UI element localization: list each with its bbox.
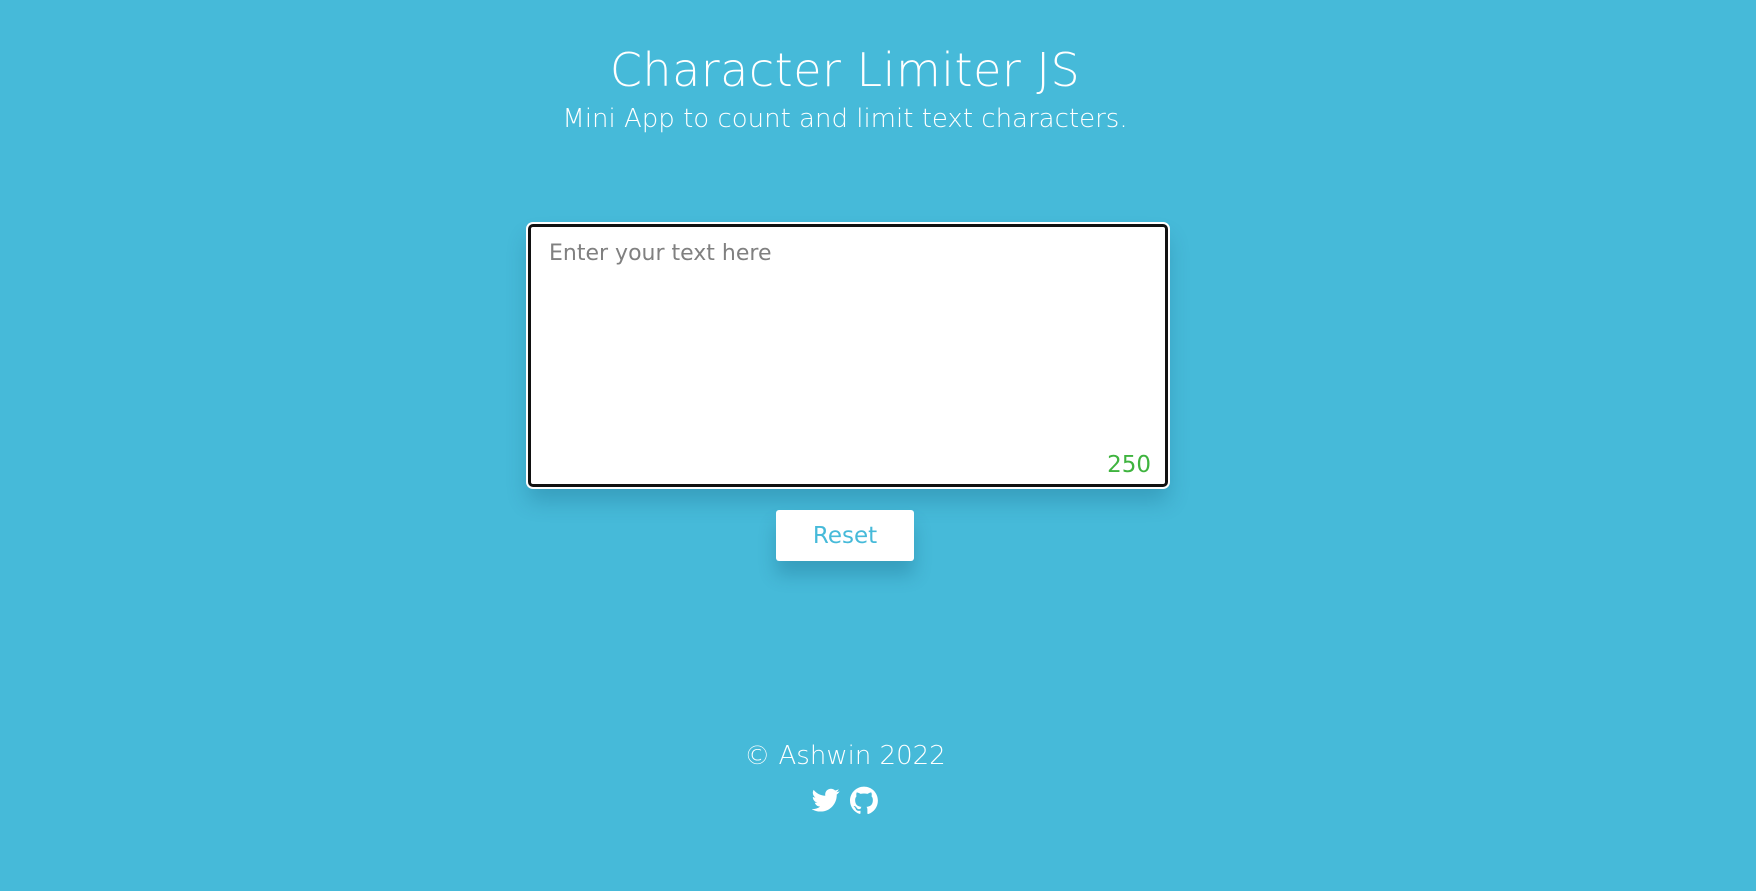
text-input[interactable]: [531, 227, 1165, 484]
twitter-link[interactable]: [812, 786, 840, 814]
github-icon: [850, 786, 878, 814]
twitter-icon: [812, 788, 840, 812]
social-links: [0, 786, 1690, 814]
character-count: 250: [1107, 452, 1151, 478]
reset-button[interactable]: Reset: [776, 510, 914, 561]
copyright-text: © Ashwin 2022: [744, 741, 946, 771]
page-subtitle: Mini App to count and limit text charact…: [562, 104, 1128, 134]
text-editor: 250: [528, 224, 1168, 487]
page-title: Character Limiter JS: [609, 43, 1081, 97]
github-link[interactable]: [850, 786, 878, 814]
footer: © Ashwin 2022: [0, 738, 1690, 814]
header: Character Limiter JS Mini App to count a…: [0, 40, 1690, 136]
